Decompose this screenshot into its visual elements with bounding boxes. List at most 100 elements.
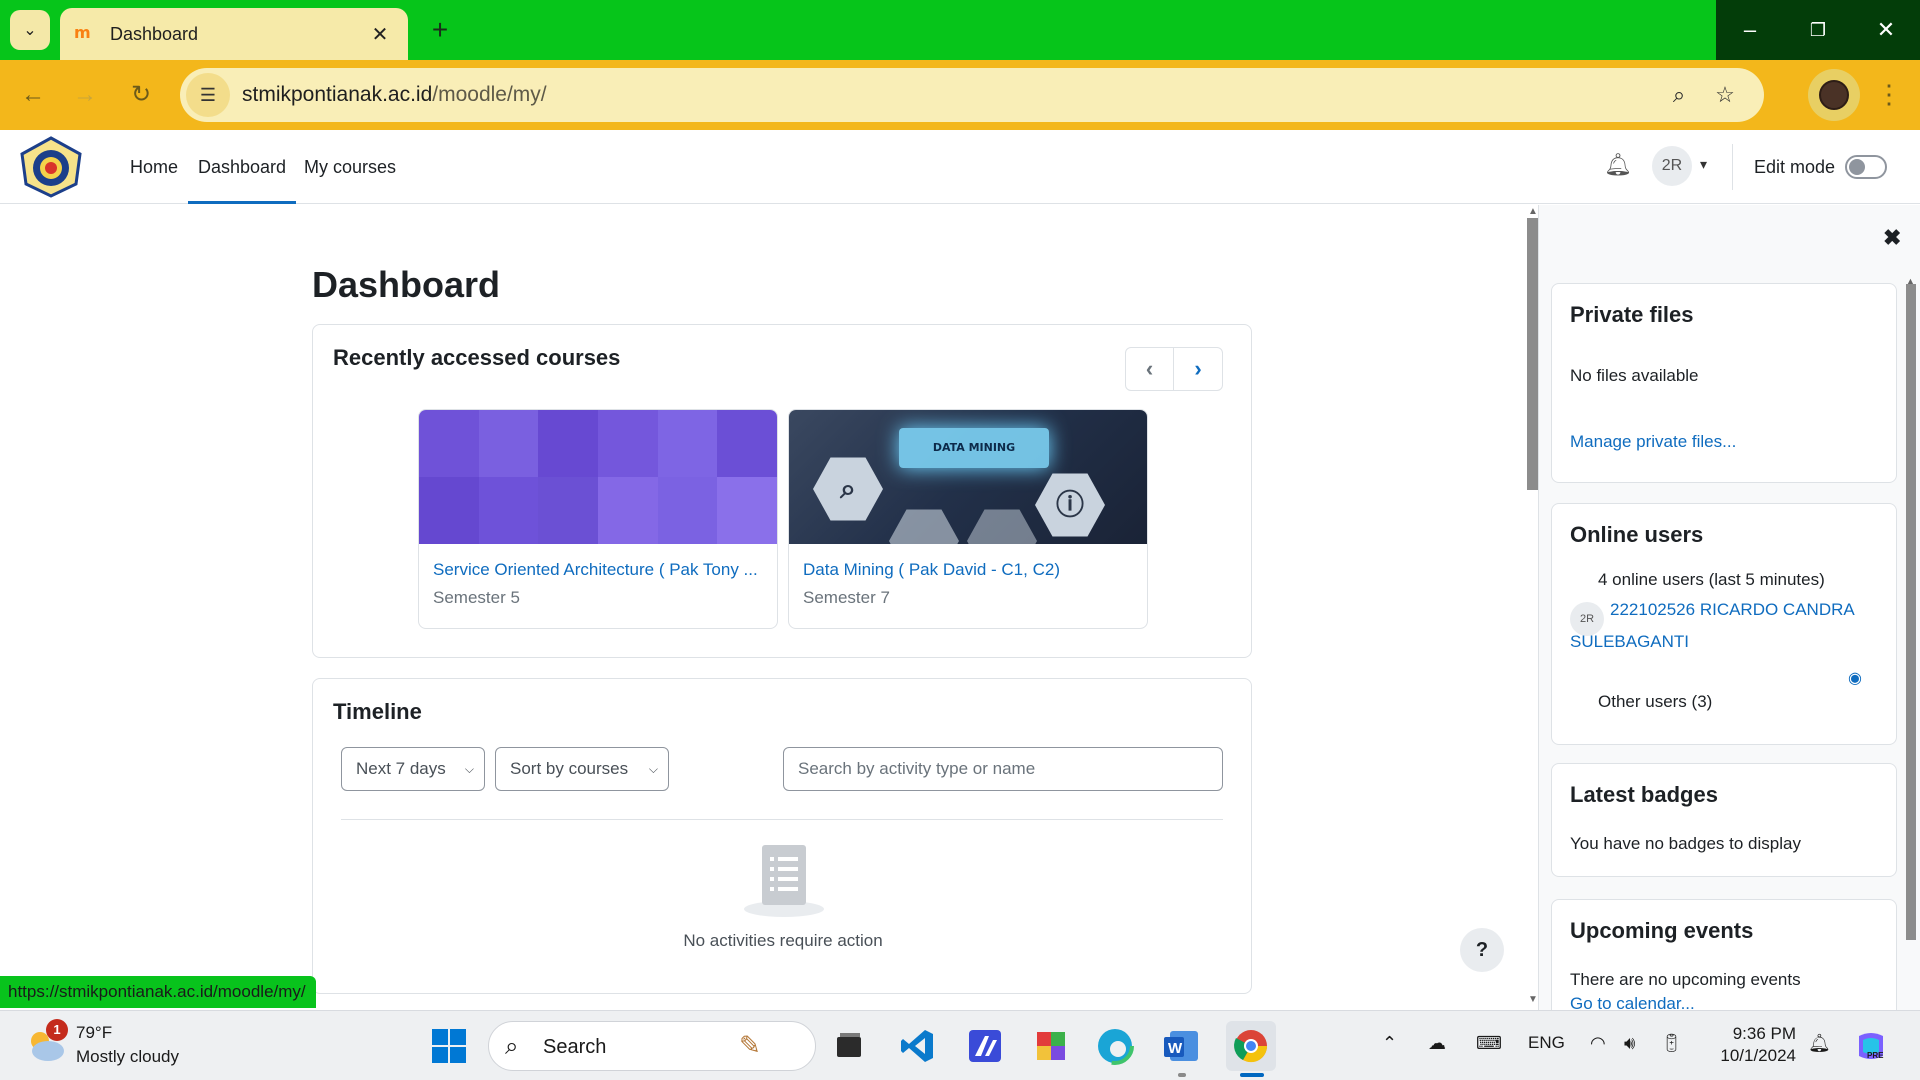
scroll-up-arrow[interactable]: ▲ (1528, 206, 1538, 217)
taskbar-clock[interactable]: 9:36 PM 10/1/2024 (1700, 1023, 1796, 1067)
magnifier-icon: ⌕ (840, 473, 856, 504)
vscode-icon[interactable] (896, 1025, 938, 1067)
course-category: Semester 7 (803, 588, 890, 607)
drawer-scrollbar-thumb[interactable] (1906, 284, 1916, 940)
page-title: Dashboard (312, 264, 501, 305)
restore-button[interactable]: ❐ (1784, 0, 1852, 60)
url-text[interactable]: stmikpontianak.ac.id/moodle/my/ (242, 83, 1656, 107)
chevron-left-icon[interactable]: ‹ (1126, 348, 1175, 390)
weather-description[interactable]: Mostly cloudy (76, 1047, 179, 1067)
course-category: Semester 5 (433, 588, 520, 607)
keyboard-icon[interactable]: ⌨︎ (1476, 1033, 1502, 1054)
tab-search-button[interactable]: ⌄ (10, 10, 50, 50)
online-user-link-cont[interactable]: SULEBAGANTI (1570, 632, 1689, 652)
weather-notification-badge: 1 (46, 1019, 68, 1041)
restore-icon: ❐ (1809, 19, 1827, 40)
stmik-logo[interactable] (18, 136, 84, 198)
chrome-active-indicator (1240, 1073, 1264, 1077)
online-user-link[interactable]: 222102526 RICARDO CANDRA (1610, 600, 1855, 620)
notification-bell-icon[interactable]: 🔔︎ (1808, 1033, 1831, 1054)
recent-courses-title: Recently accessed courses (333, 345, 621, 370)
battery-icon[interactable]: 🔋︎ (1660, 1033, 1683, 1054)
word-icon[interactable]: W (1160, 1025, 1202, 1067)
manage-private-files-link[interactable]: Manage private files... (1570, 432, 1736, 452)
taskbar-search-box[interactable]: ⌕ Search ✎ (488, 1021, 816, 1071)
course-name-link[interactable]: Data Mining ( Pak David - C1, C2) (803, 560, 1060, 580)
back-button[interactable]: ← (16, 78, 50, 112)
show-hidden-icons-chevron-icon[interactable]: ⌃ (1382, 1033, 1397, 1054)
online-users-block: Online users 4 online users (last 5 minu… (1551, 503, 1897, 745)
course-image-data-mining: DATA MINING ⌕ ⓘ (789, 410, 1147, 544)
search-highlight-icon: ✎ (739, 1030, 761, 1060)
scroll-down-arrow[interactable]: ▼ (1528, 994, 1538, 1005)
weather-temperature[interactable]: 79°F (76, 1023, 112, 1043)
browser-tab-strip: ⌄ m Dashboard ✕ + – ❐ ✕ (0, 0, 1920, 60)
browser-menu-icon[interactable]: ⋮ (1876, 76, 1902, 112)
language-indicator[interactable]: ENG (1528, 1033, 1565, 1053)
avatar: 2R (1570, 602, 1604, 636)
notifications-bell-icon[interactable]: 🔔︎ (1604, 152, 1632, 182)
course-card[interactable]: Service Oriented Architecture ( Pak Tony… (418, 409, 778, 629)
online-users-summary: 4 online users (last 5 minutes) (1598, 570, 1825, 589)
timeline-sort-select[interactable]: Sort by courses ⌵ (495, 747, 669, 791)
tab-close-icon[interactable]: ✕ (366, 22, 394, 47)
navbar-divider (1732, 144, 1733, 190)
profile-avatar-button[interactable] (1808, 69, 1860, 121)
timeline-search-input[interactable]: Search by activity type or name (783, 747, 1223, 791)
wifi-icon[interactable]: ◠ (1590, 1033, 1606, 1054)
bookmark-star-icon[interactable]: ☆ (1702, 82, 1748, 108)
cube-app-icon[interactable] (1030, 1025, 1072, 1067)
close-drawer-icon[interactable]: ✖ (1883, 225, 1901, 251)
course-name-link[interactable]: Service Oriented Architecture ( Pak Tony… (433, 560, 758, 580)
tab-title: Dashboard (110, 23, 199, 44)
close-icon: ✕ (1876, 17, 1896, 42)
reload-button[interactable]: ↻ (124, 78, 158, 112)
course-card[interactable]: DATA MINING ⌕ ⓘ Data Mining ( Pak David … (788, 409, 1148, 629)
windows-start-icon[interactable] (428, 1025, 470, 1067)
latest-badges-block: Latest badges You have no badges to disp… (1551, 763, 1897, 877)
moodle-navbar: Home Dashboard My courses 🔔︎ 2R ▾ Edit m… (0, 130, 1920, 204)
address-bar[interactable]: ☰ stmikpontianak.ac.id/moodle/my/ ⌕ ☆ (180, 68, 1764, 122)
copilot-icon[interactable]: PRE (1850, 1025, 1892, 1067)
browser-tab-dashboard[interactable]: m Dashboard ✕ (60, 8, 408, 60)
timeline-divider (341, 819, 1223, 820)
zoom-icon[interactable]: ⌕ (1656, 82, 1702, 108)
taskbar-search-label: Search (543, 1036, 607, 1058)
info-icon: ⓘ (1055, 489, 1084, 520)
nav-dashboard-link[interactable]: Dashboard (188, 130, 297, 204)
nav-home-link[interactable]: Home (130, 130, 178, 204)
help-button[interactable]: ? (1460, 928, 1504, 972)
eye-slash-icon[interactable]: ◉ (1848, 668, 1862, 688)
forward-button[interactable]: → (68, 78, 102, 112)
chevron-down-icon: ⌵ (464, 762, 474, 776)
edit-mode-toggle[interactable] (1845, 155, 1887, 179)
minimize-button[interactable]: – (1716, 0, 1784, 60)
minimize-icon: – (1743, 17, 1757, 42)
chevron-down-icon: ⌄ (23, 22, 37, 39)
site-info-icon[interactable]: ☰ (186, 73, 230, 117)
edit-mode-label: Edit mode (1754, 157, 1836, 177)
onedrive-cloud-icon[interactable]: ☁︎ (1428, 1033, 1446, 1054)
user-menu-avatar[interactable]: 2R (1652, 146, 1692, 186)
timeline-days-filter[interactable]: Next 7 days ⌵ (341, 747, 485, 791)
close-window-button[interactable]: ✕ (1852, 0, 1920, 60)
online-users-title: Online users (1570, 522, 1704, 547)
private-files-block: Private files No files available Manage … (1551, 283, 1897, 483)
new-tab-button[interactable]: + (424, 14, 456, 46)
volume-icon[interactable]: 🔊︎ (1624, 1033, 1635, 1054)
vector-app-icon[interactable] (964, 1025, 1006, 1067)
task-view-icon[interactable] (828, 1025, 870, 1067)
nav-my-courses-link[interactable]: My courses (304, 130, 396, 204)
block-drawer: ✖ Private files No files available Manag… (1538, 205, 1920, 1010)
chevron-right-icon[interactable]: › (1174, 348, 1222, 390)
edge-browser-icon[interactable] (1094, 1025, 1136, 1067)
course-pager: ‹ › (1125, 347, 1223, 391)
go-to-calendar-link[interactable]: Go to calendar... (1570, 994, 1695, 1010)
chrome-icon[interactable] (1226, 1021, 1276, 1071)
svg-text:W: W (1168, 1040, 1183, 1057)
upcoming-events-empty: There are no upcoming events (1570, 970, 1801, 989)
chevron-down-icon[interactable]: ▾ (1700, 156, 1707, 173)
empty-activities-icon (744, 845, 824, 917)
recent-courses-block: Recently accessed courses ‹ › Service Or… (312, 324, 1252, 658)
timeline-empty-message: No activities require action (683, 931, 883, 950)
